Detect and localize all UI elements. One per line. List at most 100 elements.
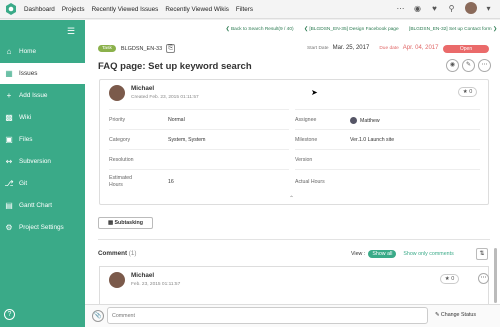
sidebar-item-git[interactable]: ⎇ Git [0,173,85,194]
sidebar-item-label: Add Issue [19,92,48,99]
topnav-recent-issues[interactable]: Recently Viewed Issues [92,6,159,13]
comment-author: Michael [131,272,155,279]
chevron-down-icon[interactable]: ▾ [483,3,494,14]
sidebar-item-label: Files [19,136,33,143]
field-cell: Actual Hours [295,169,480,193]
field-value: 16 [168,179,174,185]
user-avatar[interactable] [465,2,477,14]
start-date-value: Mar. 25, 2017 [332,45,370,51]
bell-icon[interactable]: ♥ [429,3,440,14]
sidebar-item-label: Project Settings [19,224,64,231]
sidebar-collapse-icon[interactable]: ☰ [67,26,75,37]
field-cell: Milestone Ver.1.0 Launch site [295,129,480,149]
field-row: Resolution Version [100,149,488,169]
field-label: Version [295,157,313,163]
sidebar-item-label: Wiki [19,114,32,121]
home-icon: ⌂ [6,47,12,56]
comments-heading: Comment (1) [98,250,137,257]
star-button[interactable]: ★ 0 [458,87,477,97]
field-label: Assignee [295,117,317,123]
back-to-search-link[interactable]: ❮ Back to Search Result(9 / 40) [226,27,294,32]
field-value: System, System [168,137,206,143]
backlog-logo-icon[interactable] [4,2,18,16]
mouse-cursor-icon: ➤ [311,88,318,97]
issue-card: Michael Created Feb. 23, 2015 01:11:57 ★… [99,79,489,205]
field-row: Category System, System Milestone Ver.1.… [100,129,488,149]
comment-item: Michael Feb. 23, 2015 01:11:57 ★ 0 ⋯ [99,266,489,306]
gantt-icon: ▤ [5,201,13,210]
field-value: Normal [168,117,185,123]
field-cell: Assignee Matthew [295,109,480,129]
topnav-dashboard[interactable]: Dashboard [24,6,55,13]
show-only-comments-link[interactable]: Show only comments [403,251,453,257]
comment-date: Feb. 23, 2015 01:11:57 [131,282,181,287]
topnav-projects[interactable]: Projects [62,6,85,13]
folder-icon: ▣ [5,135,13,144]
sidebar-item-wiki[interactable]: ▩ Wiki [0,107,85,128]
sidebar-item-gantt[interactable]: ▤ Gantt Chart [0,195,85,216]
field-label: Estimated Hours [109,175,133,188]
field-row: Priority Normal Assignee Matthew [100,109,488,129]
prev-issue-link[interactable]: ❮ [BLGDSN_EN-35] Design Facebook page [304,27,399,32]
svn-icon: ↭ [5,157,13,166]
field-cell: Estimated Hours 16 [109,169,289,193]
field-cell: Priority Normal [109,109,289,129]
copy-icon[interactable]: ⎘ [166,44,176,53]
more-options-icon[interactable]: ⋯ [478,59,491,72]
sidebar-item-issues[interactable]: ▦ Issues [0,63,85,84]
sidebar-item-files[interactable]: ▣ Files [0,129,85,150]
issues-icon: ▦ [5,69,13,78]
issue-dates: Start Date Mar. 25, 2017 Due date Apr. 0… [307,45,438,51]
due-date-value: Apr. 04, 2017 [402,45,439,51]
avatar [109,272,125,288]
comment-view-filter: View : Show all Show only comments [351,250,454,258]
issue-type-tag: Task [98,45,116,52]
comment-star-button[interactable]: ★ 0 [440,274,459,284]
comment-more-icon[interactable]: ⋯ [478,273,489,284]
field-label: Resolution [109,157,134,163]
due-date-label: Due date [379,45,399,51]
help-icon[interactable]: ? [4,309,15,320]
field-label: Milestone [295,137,318,143]
comment-input[interactable] [107,307,428,324]
search-icon[interactable]: ⚲ [446,3,457,14]
sidebar-item-label: Home [19,48,37,55]
sort-icon[interactable]: ⇅ [476,248,488,260]
sidebar-item-home[interactable]: ⌂ Home [0,41,85,62]
topnav-recent-wikis[interactable]: Recently Viewed Wikis [165,6,229,13]
show-all-button[interactable]: Show all [368,250,397,258]
topnav-filters[interactable]: Filters [236,6,253,13]
scrollbar[interactable] [493,20,498,310]
plus-icon: + [6,91,12,100]
sidebar-item-subversion[interactable]: ↭ Subversion [0,151,85,172]
scroll-thumb[interactable] [494,248,497,303]
gear-icon: ⚙ [5,223,13,232]
avatar [109,85,125,101]
change-status-button[interactable]: ✎ Change Status [435,307,495,324]
field-label: Actual Hours [295,179,325,185]
issue-title: FAQ page: Set up keyword search [98,61,252,72]
issue-navigation: ❮ Back to Search Result(9 / 40) ❮ [BLGDS… [85,27,497,32]
sidebar: ☰ ⌂ Home ▦ Issues + Add Issue ▩ Wiki ▣ F… [0,20,85,327]
sidebar-item-project-settings[interactable]: ⚙ Project Settings [0,217,85,238]
collapse-fields-icon[interactable]: ⌃ [289,195,294,202]
status-badge[interactable]: Open [443,45,489,53]
attachment-clip-icon[interactable]: 📎 [92,310,104,322]
assignee-avatar [350,117,357,124]
comment-bar: 📎 ✎ Change Status [85,304,500,327]
divider [98,239,490,240]
sidebar-item-add-issue[interactable]: + Add Issue [0,85,85,106]
edit-pencil-icon[interactable]: ✎ [462,59,475,72]
next-issue-link[interactable]: [BLGDSN_EN-32] Set up Contact form ❯ [409,27,497,32]
more-icon[interactable]: ⋯ [395,3,406,14]
assignee-value[interactable]: Matthew [350,117,380,124]
watch-icon[interactable]: ◉ [412,3,423,14]
watch-issue-icon[interactable]: ◉ [446,59,459,72]
sidebar-item-label: Git [19,180,28,187]
subtasking-button[interactable]: ▩ Subtasking [98,217,153,229]
issue-key: BLGDSN_EN-33 [120,45,163,52]
view-label: View : [351,251,366,257]
issue-actions: ◉ ✎ ⋯ [443,59,491,72]
top-bar: Dashboard Projects Recently Viewed Issue… [0,0,500,19]
issue-detail: ❮ Back to Search Result(9 / 40) ❮ [BLGDS… [85,20,500,306]
